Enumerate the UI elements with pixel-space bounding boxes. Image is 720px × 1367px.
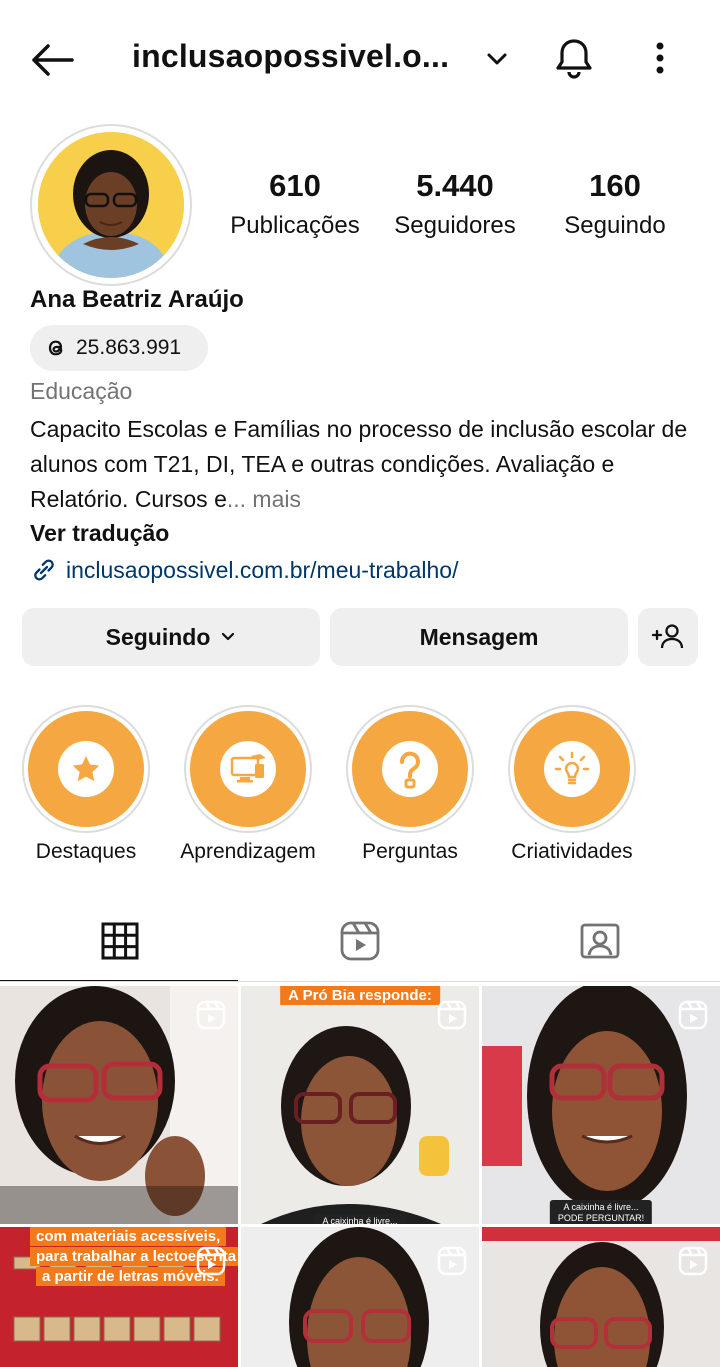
post-caption-line1: A caixinha é livre... <box>563 1202 639 1212</box>
tab-grid[interactable] <box>0 900 240 982</box>
reel-badge-icon <box>678 1246 708 1276</box>
followers-count: 5.440 <box>416 168 494 203</box>
tab-tagged[interactable] <box>480 900 720 982</box>
profile-link-text: inclusaopossivel.com.br/meu-trabalho/ <box>66 556 459 583</box>
link-icon <box>34 559 54 581</box>
top-bar: inclusaopossivel.o... <box>0 0 720 118</box>
following-button[interactable]: Seguindo <box>22 608 320 666</box>
highlight-perguntas[interactable]: Perguntas <box>346 705 474 863</box>
posts-grid: A Pró Bia responde: A caixinha é livre..… <box>0 986 720 1367</box>
highlight-label: Destaques <box>35 840 137 863</box>
kebab-menu-icon[interactable] <box>644 36 676 84</box>
posts-label: Publicações <box>230 212 360 239</box>
stat-followers[interactable]: 5.440 Seguidores <box>388 168 522 240</box>
question-mark-icon <box>382 741 438 797</box>
highlight-ring <box>346 705 474 833</box>
highlight-cover <box>190 711 306 827</box>
add-person-icon <box>651 624 684 649</box>
tab-reels[interactable] <box>240 900 480 982</box>
profile-bio: Capacito Escolas e Famílias no processo … <box>30 412 700 517</box>
highlight-label: Aprendizagem <box>180 840 316 863</box>
bio-ellipsis: ... <box>226 486 253 512</box>
highlight-cover <box>514 711 630 827</box>
profile-name: Ana Beatriz Araújo <box>30 286 244 313</box>
post-caption-line2: PODE PERGUNTAR! <box>557 1213 645 1223</box>
profile-tabs <box>0 900 720 982</box>
tagged-icon <box>580 923 620 959</box>
followers-label: Seguidores <box>394 212 516 239</box>
star-icon <box>58 741 114 797</box>
post-banner: A Pró Bia responde: <box>280 986 440 1005</box>
stat-following[interactable]: 160 Seguindo <box>558 168 672 240</box>
following-label: Seguindo <box>564 212 666 239</box>
threads-count: 25.863.991 <box>76 336 182 359</box>
add-person-button[interactable] <box>638 608 698 666</box>
highlight-ring <box>22 705 150 833</box>
bio-more-link[interactable]: mais <box>252 486 301 512</box>
bell-icon[interactable] <box>550 34 598 82</box>
reels-icon <box>340 921 380 961</box>
see-translation-link[interactable]: Ver tradução <box>30 520 169 547</box>
reel-badge-icon <box>437 1000 467 1030</box>
posts-count: 610 <box>269 168 321 203</box>
threads-badge[interactable]: 25.863.991 <box>30 325 208 371</box>
highlight-aprendizagem[interactable]: Aprendizagem <box>180 705 316 863</box>
following-count: 160 <box>589 168 641 203</box>
reel-badge-icon <box>678 1000 708 1030</box>
lightbulb-icon <box>544 741 600 797</box>
highlight-cover <box>352 711 468 827</box>
reel-badge-icon <box>196 1246 226 1276</box>
highlight-destaques[interactable]: Destaques <box>22 705 150 863</box>
profile-link[interactable]: inclusaopossivel.com.br/meu-trabalho/ <box>30 556 458 584</box>
message-button-label: Mensagem <box>419 623 539 650</box>
username-title[interactable]: inclusaopossivel.o... <box>132 38 449 75</box>
highlight-ring <box>508 705 636 833</box>
profile-category: Educação <box>30 378 133 404</box>
reel-badge-icon <box>437 1246 467 1276</box>
back-arrow-icon[interactable] <box>28 38 76 82</box>
stat-posts[interactable]: 610 Publicações <box>224 168 366 240</box>
grid-icon <box>101 922 139 960</box>
message-button[interactable]: Mensagem <box>330 608 628 666</box>
highlight-criatividades[interactable]: Criatividades <box>508 705 636 863</box>
chevron-down-icon[interactable] <box>484 46 510 72</box>
post-caption: A caixinha é livre... <box>314 1214 406 1224</box>
chevron-down-icon <box>222 632 235 641</box>
avatar[interactable] <box>38 132 184 278</box>
highlight-cover <box>28 711 144 827</box>
post-caption: A caixinha é livre... PODE PERGUNTAR! <box>549 1200 653 1224</box>
highlight-label: Perguntas <box>362 840 458 863</box>
following-button-label: Seguindo <box>105 623 211 650</box>
threads-icon <box>48 340 63 356</box>
highlight-label: Criatividades <box>511 840 633 863</box>
computer-learning-icon <box>220 741 276 797</box>
highlight-ring <box>184 705 312 833</box>
bio-text: Capacito Escolas e Famílias no processo … <box>30 416 688 512</box>
reel-badge-icon <box>196 1000 226 1030</box>
post-overlay-text: com materiais acessíveis, <box>30 1227 227 1246</box>
tabs-divider <box>0 981 720 982</box>
